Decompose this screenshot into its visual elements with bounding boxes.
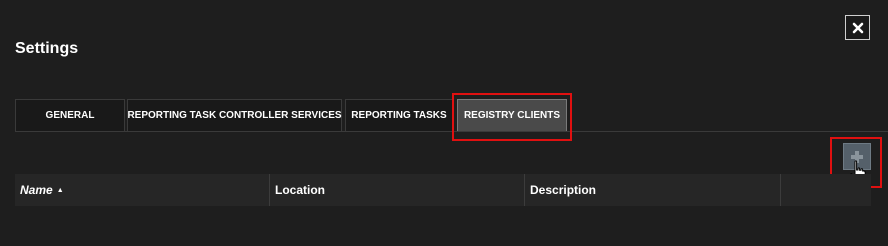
tab-registry-clients[interactable]: REGISTRY CLIENTS bbox=[457, 99, 567, 132]
tab-general[interactable]: GENERAL bbox=[15, 99, 125, 132]
settings-dialog: Settings GENERAL REPORTING TASK CONTROLL… bbox=[0, 0, 888, 246]
column-header-name[interactable]: Name ▲ bbox=[15, 174, 270, 206]
column-header-description[interactable]: Description bbox=[525, 174, 781, 206]
close-button[interactable] bbox=[845, 15, 870, 40]
page-title: Settings bbox=[15, 40, 79, 57]
registry-clients-table: Name ▲ Location Description bbox=[15, 174, 871, 206]
column-header-name-label: Name bbox=[20, 183, 53, 197]
tab-divider bbox=[15, 131, 888, 132]
column-header-location[interactable]: Location bbox=[270, 174, 525, 206]
close-icon bbox=[852, 22, 863, 33]
column-header-actions bbox=[781, 174, 871, 206]
tab-reporting-task-controller-services[interactable]: REPORTING TASK CONTROLLER SERVICES bbox=[127, 99, 342, 132]
sort-ascending-icon: ▲ bbox=[56, 186, 64, 194]
tab-reporting-tasks[interactable]: REPORTING TASKS bbox=[345, 99, 453, 132]
